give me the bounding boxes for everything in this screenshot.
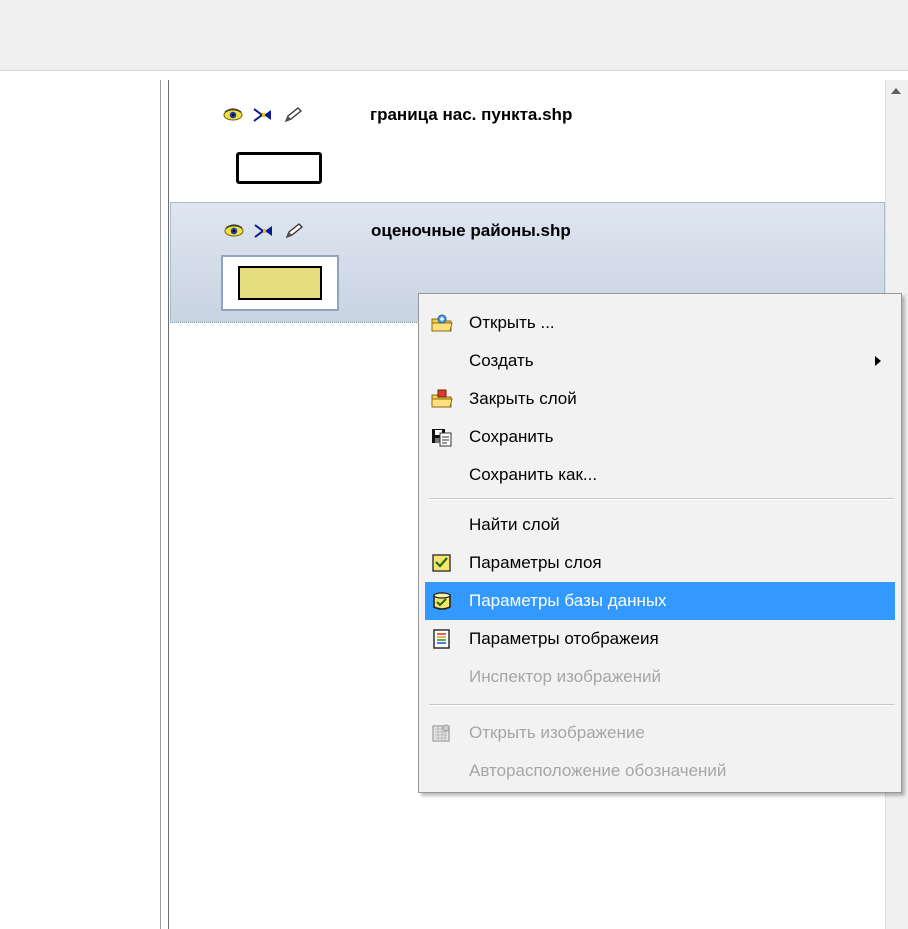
layer-name: граница нас. пункта.shp <box>370 105 573 124</box>
menu-item-open-image: Открыть изображение <box>425 714 895 752</box>
panel-divider <box>168 80 169 929</box>
menu-separator <box>429 704 895 706</box>
visibility-eye-icon[interactable] <box>223 223 245 239</box>
menu-item-save-as[interactable]: Сохранить как... <box>425 456 895 494</box>
visibility-eye-icon[interactable] <box>222 107 244 123</box>
context-menu: Открыть ... Создать Закрыть слой Сохрани… <box>418 293 902 793</box>
menu-separator <box>429 498 895 500</box>
menu-item-database-params[interactable]: Параметры базы данных <box>425 582 895 620</box>
menu-item-label: Закрыть слой <box>469 389 577 408</box>
menu-item-label: Сохранить <box>469 427 554 446</box>
menu-item-label: Открыть ... <box>469 313 555 332</box>
save-icon <box>431 427 453 447</box>
snap-icon[interactable] <box>252 107 274 123</box>
snap-icon[interactable] <box>253 223 275 239</box>
menu-item-create[interactable]: Создать <box>425 342 895 380</box>
menu-item-close-layer[interactable]: Закрыть слой <box>425 380 895 418</box>
menu-item-display-params[interactable]: Параметры отображеия <box>425 620 895 658</box>
menu-item-layer-params[interactable]: Параметры слоя <box>425 544 895 582</box>
open-image-icon <box>431 723 453 743</box>
layer-icons <box>222 106 304 124</box>
menu-item-label: Авторасположение обозначений <box>469 761 727 780</box>
menu-item-save[interactable]: Сохранить <box>425 418 895 456</box>
menu-item-label: Инспектор изображений <box>469 667 662 686</box>
menu-item-label: Создать <box>469 351 534 370</box>
menu-item-label: Открыть изображение <box>469 723 645 742</box>
menu-item-label: Сохранить как... <box>469 465 598 484</box>
toolbar-area <box>0 0 908 71</box>
menu-item-auto-label-placement: Авторасположение обозначений <box>425 752 895 790</box>
layer-icons <box>223 222 305 240</box>
layer-name: оценочные районы.shp <box>371 221 571 240</box>
edit-pencil-icon[interactable] <box>282 107 304 123</box>
layer-symbol[interactable] <box>221 255 339 311</box>
symbol-swatch <box>236 152 322 184</box>
database-params-icon <box>431 591 453 611</box>
layer-params-icon <box>431 553 453 573</box>
menu-item-label: Параметры отображеия <box>469 629 659 648</box>
edit-pencil-icon[interactable] <box>283 223 305 239</box>
menu-item-image-inspector: Инспектор изображений <box>425 658 895 696</box>
layer-row[interactable]: граница нас. пункта.shp <box>170 84 885 202</box>
layer-symbol[interactable] <box>220 140 338 196</box>
symbol-swatch <box>238 266 322 300</box>
display-params-icon <box>431 629 453 649</box>
menu-item-label: Параметры слоя <box>469 553 602 572</box>
menu-item-label: Параметры базы данных <box>469 591 667 610</box>
menu-item-find-layer[interactable]: Найти слой <box>425 506 895 544</box>
menu-item-label: Найти слой <box>469 515 560 534</box>
open-folder-icon <box>431 313 453 333</box>
submenu-arrow-icon <box>875 356 881 366</box>
close-layer-folder-icon <box>431 389 453 409</box>
scroll-up-arrow-icon[interactable] <box>891 88 901 94</box>
menu-item-open[interactable]: Открыть ... <box>425 304 895 342</box>
